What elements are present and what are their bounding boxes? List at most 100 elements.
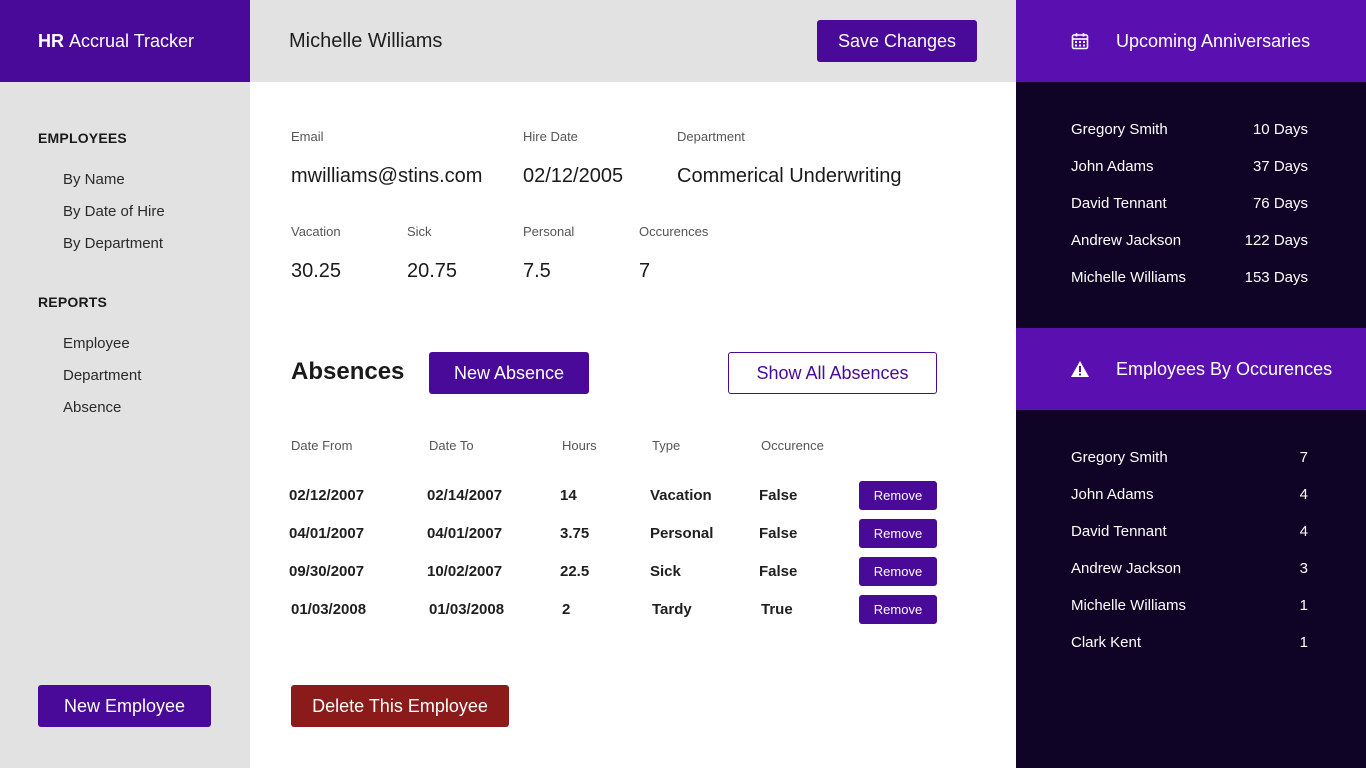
absence-date-to: 10/02/2007 <box>427 563 503 580</box>
email-value: mwilliams@stins.com <box>291 165 483 187</box>
absence-row: 01/03/2008 01/03/2008 2 Tardy True Remov… <box>0 595 1016 625</box>
new-absence-button[interactable]: New Absence <box>429 352 589 394</box>
absence-row: 09/30/2007 10/02/2007 22.5 Sick False Re… <box>0 557 1016 587</box>
anniversary-name: John Adams <box>1071 158 1154 175</box>
occurence-name: Clark Kent <box>1071 634 1142 651</box>
occurence-count: 3 <box>1299 560 1308 577</box>
occurences-title: Employees By Occurences <box>1116 358 1333 379</box>
absences-title: Absences <box>291 358 405 385</box>
absence-occurence: True <box>761 601 793 618</box>
absence-type: Sick <box>650 563 681 580</box>
nav-item-by-name[interactable]: By Name <box>63 171 125 188</box>
absence-occurence: False <box>759 487 798 504</box>
remove-absence-button[interactable]: Remove <box>859 481 937 510</box>
anniversary-item[interactable]: Gregory Smith 10 Days <box>1071 121 1308 138</box>
anniversary-days: 153 Days <box>1244 269 1308 286</box>
remove-absence-button[interactable]: Remove <box>859 519 937 548</box>
sick-value: 20.75 <box>407 260 458 282</box>
absence-date-from: 09/30/2007 <box>289 563 365 580</box>
anniversaries-title: Upcoming Anniversaries <box>1116 30 1311 51</box>
anniversary-name: Andrew Jackson <box>1071 232 1182 249</box>
occurences-value: 7 <box>639 260 651 282</box>
occurence-count: 7 <box>1299 449 1308 466</box>
absence-date-from: 01/03/2008 <box>291 601 367 618</box>
hire-date-label: Hire Date <box>523 129 578 144</box>
brand-bold: HR <box>38 30 64 51</box>
nav-item-by-department[interactable]: By Department <box>63 235 163 252</box>
nav-item-by-date-of-hire[interactable]: By Date of Hire <box>63 203 165 220</box>
anniversary-item[interactable]: Andrew Jackson 122 Days <box>1071 232 1308 249</box>
anniversary-name: David Tennant <box>1071 195 1167 212</box>
personal-value: 7.5 <box>523 260 551 282</box>
right-panel: Upcoming Anniversaries Gregory Smith 10 D… <box>1016 0 1366 768</box>
anniversary-name: Gregory Smith <box>1071 121 1168 138</box>
absence-type: Vacation <box>650 487 712 504</box>
occurence-item[interactable]: David Tennant 4 <box>1071 523 1308 540</box>
absence-hours: 3.75 <box>560 525 590 542</box>
warning-icon <box>1070 359 1090 379</box>
anniversaries-header: Upcoming Anniversaries <box>1016 0 1366 82</box>
col-header-hours: Hours <box>562 438 597 453</box>
occurence-item[interactable]: Michelle Williams 1 <box>1071 597 1308 614</box>
anniversary-days: 10 Days <box>1252 121 1308 138</box>
absence-occurence: False <box>759 525 798 542</box>
occurences-header: Employees By Occurences <box>1016 328 1366 410</box>
occurence-count: 1 <box>1299 634 1308 651</box>
left-sidebar: HR Accrual Tracker EMPLOYEES By Name By … <box>0 0 250 768</box>
nav-heading-reports: REPORTS <box>38 294 108 310</box>
occurence-name: David Tennant <box>1071 523 1167 540</box>
absence-date-from: 04/01/2007 <box>289 525 365 542</box>
employee-header: Michelle Williams Save Changes <box>250 0 1016 82</box>
absence-row: 02/12/2007 02/14/2007 14 Vacation False … <box>0 481 1016 511</box>
occurence-count: 4 <box>1299 486 1308 503</box>
absence-hours: 2 <box>562 601 571 618</box>
personal-label: Personal <box>523 224 575 239</box>
save-changes-button[interactable]: Save Changes <box>817 20 977 62</box>
employee-name: Michelle Williams <box>289 30 443 52</box>
occurence-item[interactable]: John Adams 4 <box>1071 486 1308 503</box>
show-all-absences-button[interactable]: Show All Absences <box>728 352 937 394</box>
department-value: Commerical Underwriting <box>677 165 902 187</box>
app-brand[interactable]: HR Accrual Tracker <box>0 0 250 82</box>
nav-item-absence-report[interactable]: Absence <box>63 399 121 416</box>
absence-type: Tardy <box>652 601 692 618</box>
nav-item-department-report[interactable]: Department <box>63 367 141 384</box>
nav-heading-employees: EMPLOYEES <box>38 130 127 146</box>
remove-absence-button[interactable]: Remove <box>859 557 937 586</box>
occurence-item[interactable]: Clark Kent 1 <box>1071 634 1308 651</box>
department-label: Department <box>677 129 745 144</box>
occurence-item[interactable]: Gregory Smith 7 <box>1071 449 1308 466</box>
absence-row: 04/01/2007 04/01/2007 3.75 Personal Fals… <box>0 519 1016 549</box>
calendar-icon <box>1070 31 1090 51</box>
col-header-occurence: Occurence <box>761 438 824 453</box>
sick-label: Sick <box>407 224 432 239</box>
email-label: Email <box>291 129 324 144</box>
anniversary-item[interactable]: David Tennant 76 Days <box>1071 195 1308 212</box>
nav-item-employee-report[interactable]: Employee <box>63 335 130 352</box>
absence-date-to: 04/01/2007 <box>427 525 503 542</box>
brand-rest: Accrual Tracker <box>69 30 195 51</box>
vacation-label: Vacation <box>291 224 341 239</box>
col-header-type: Type <box>652 438 681 453</box>
anniversary-item[interactable]: Michelle Williams 153 Days <box>1071 269 1308 286</box>
occurence-count: 4 <box>1299 523 1308 540</box>
occurence-name: Andrew Jackson <box>1071 560 1182 577</box>
remove-absence-button[interactable]: Remove <box>859 595 937 624</box>
anniversary-days: 37 Days <box>1252 158 1308 175</box>
anniversary-days: 76 Days <box>1252 195 1308 212</box>
hire-date-value: 02/12/2005 <box>523 165 624 187</box>
absence-hours: 14 <box>560 487 577 504</box>
occurence-name: Gregory Smith <box>1071 449 1168 466</box>
occurence-item[interactable]: Andrew Jackson 3 <box>1071 560 1308 577</box>
absence-type: Personal <box>650 525 714 542</box>
col-header-date-from: Date From <box>291 438 353 453</box>
absence-date-to: 02/14/2007 <box>427 487 503 504</box>
delete-employee-button[interactable]: Delete This Employee <box>291 685 509 727</box>
col-header-date-to: Date To <box>429 438 474 453</box>
vacation-value: 30.25 <box>291 260 342 282</box>
occurence-name: John Adams <box>1071 486 1154 503</box>
absence-hours: 22.5 <box>560 563 590 580</box>
absence-date-to: 01/03/2008 <box>429 601 505 618</box>
anniversary-item[interactable]: John Adams 37 Days <box>1071 158 1308 175</box>
new-employee-button[interactable]: New Employee <box>38 685 211 727</box>
